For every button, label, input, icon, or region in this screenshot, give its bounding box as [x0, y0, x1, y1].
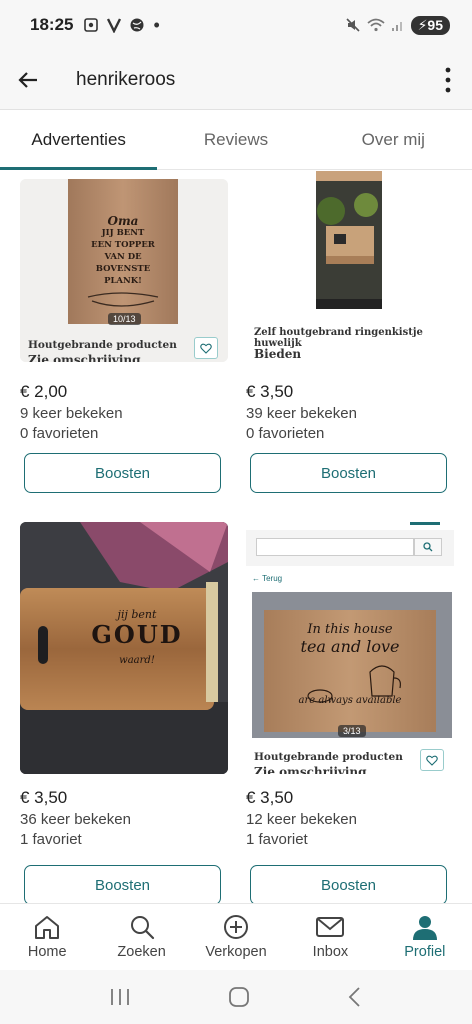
boost-button[interactable]: Boosten — [24, 865, 221, 903]
more-options-button[interactable] — [424, 52, 472, 108]
listing-price: € 2,00 — [20, 382, 68, 401]
nav-zoeken[interactable]: Zoeken — [94, 904, 188, 970]
listing-favorites: 1 favoriet — [20, 831, 82, 848]
battery-level: ⚡95 — [410, 15, 450, 35]
screenshot-icon — [84, 18, 99, 32]
listing-card[interactable]: ← Terug In this house tea and love are a… — [246, 522, 454, 848]
app-header: henrikeroos — [0, 50, 472, 110]
recent-apps-icon[interactable] — [109, 987, 131, 1007]
listing-image[interactable]: jij bent GOUD waard! — [20, 522, 228, 774]
nav-home[interactable]: Home — [0, 904, 94, 970]
heart-icon — [200, 343, 212, 354]
nav-inbox-label: Inbox — [312, 944, 349, 960]
embedded-back-link: ← Terug — [252, 574, 283, 583]
dot-icon: • — [153, 14, 160, 35]
home-icon — [35, 916, 60, 939]
mute-icon — [346, 18, 360, 32]
listing-views: 36 keer bekeken — [20, 811, 131, 828]
profile-tabs: Advertenties Reviews Over mij — [0, 110, 472, 170]
nav-profiel-label: Profiel — [404, 944, 446, 960]
listing-price: € 3,50 — [246, 382, 294, 401]
arrow-left-icon — [18, 71, 37, 88]
battery-bolt-icon: ⚡ — [417, 16, 428, 33]
listing-card[interactable]: jij bent GOUD waard! € 3,50 36 keer beke… — [20, 522, 228, 848]
engraving-text: Oma JIJ BENT EEN TOPPER VAN DE BOVENSTE … — [91, 214, 155, 286]
listing-favorites: 0 favorieten — [20, 425, 99, 442]
image-caption-subtitle: Zie omschrijving — [28, 353, 141, 362]
more-vertical-icon — [445, 67, 451, 92]
system-navigation-bar — [0, 970, 472, 1024]
image-counter: 10/13 — [108, 313, 141, 325]
favorite-button[interactable] — [194, 337, 218, 359]
listing-image[interactable]: ← Terug In this house tea and love are a… — [246, 522, 454, 774]
globe-icon — [130, 18, 144, 32]
plus-circle-icon — [224, 915, 249, 939]
image-counter: 3/13 — [338, 725, 366, 737]
tab-advertenties[interactable]: Advertenties — [0, 110, 158, 170]
listing-card[interactable]: Oma JIJ BENT EEN TOPPER VAN DE BOVENSTE … — [20, 179, 228, 442]
profile-username: henrikeroos — [76, 68, 176, 90]
back-button[interactable] — [0, 52, 56, 108]
mail-icon — [316, 917, 345, 937]
tab-over-mij[interactable]: Over mij — [315, 110, 472, 169]
embedded-search-field — [256, 538, 414, 556]
listing-price: € 3,50 — [20, 788, 68, 807]
image-caption-title: Houtgebrande producten — [254, 751, 403, 763]
listing-image[interactable]: Oma JIJ BENT EEN TOPPER VAN DE BOVENSTE … — [20, 179, 228, 362]
listing-image[interactable]: Zelf houtgebrand ringenkistje huwelijk B… — [246, 171, 454, 362]
engraving-text: In this house tea and love are always av… — [298, 622, 402, 706]
image-caption-title: Zelf houtgebrand ringenkistje huwelijk — [254, 327, 423, 349]
status-system-icons: ⚡95 — [345, 15, 450, 35]
boost-button[interactable]: Boosten — [24, 453, 221, 493]
wifi-icon — [366, 18, 385, 32]
boost-button[interactable]: Boosten — [250, 865, 447, 903]
image-caption-subtitle: Bieden — [254, 347, 302, 361]
status-bar: 18:25 • ⚡95 — [0, 0, 472, 50]
person-icon — [412, 916, 437, 940]
status-time: 18:25 — [30, 15, 74, 34]
search-icon — [130, 916, 154, 940]
home-circle-icon[interactable] — [228, 986, 250, 1008]
listing-favorites: 1 favoriet — [246, 831, 308, 848]
nav-zoeken-label: Zoeken — [117, 944, 166, 960]
search-icon — [423, 542, 433, 552]
listing-views: 12 keer bekeken — [246, 811, 357, 828]
listing-price: € 3,50 — [246, 788, 294, 807]
nav-verkopen-label: Verkopen — [205, 944, 267, 960]
nav-inbox[interactable]: Inbox — [283, 904, 377, 970]
v-app-icon — [107, 18, 122, 33]
status-notification-icons: • — [83, 14, 160, 36]
engraving-text: jij bent GOUD waard! — [91, 608, 183, 666]
tab-reviews[interactable]: Reviews — [157, 110, 314, 169]
nav-profiel[interactable]: Profiel — [378, 904, 472, 970]
bottom-navigation: Home Zoeken Verkopen Inbox Profiel — [0, 903, 472, 970]
nav-home-label: Home — [27, 944, 67, 960]
listing-views: 9 keer bekeken — [20, 405, 123, 422]
listing-views: 39 keer bekeken — [246, 405, 357, 422]
listing-favorites: 0 favorieten — [246, 425, 325, 442]
favorite-button[interactable] — [420, 749, 444, 771]
image-caption-subtitle: Zie omschrijving — [254, 765, 367, 774]
boost-button[interactable]: Boosten — [250, 453, 447, 493]
heart-icon — [426, 755, 438, 766]
image-caption-title: Houtgebrande producten — [28, 339, 177, 351]
nav-verkopen[interactable]: Verkopen — [189, 904, 283, 970]
listing-card[interactable]: Zelf houtgebrand ringenkistje huwelijk B… — [246, 171, 454, 442]
signal-icon — [391, 22, 402, 31]
back-chevron-icon[interactable] — [347, 986, 363, 1008]
listings-grid: Oma JIJ BENT EEN TOPPER VAN DE BOVENSTE … — [0, 171, 472, 903]
